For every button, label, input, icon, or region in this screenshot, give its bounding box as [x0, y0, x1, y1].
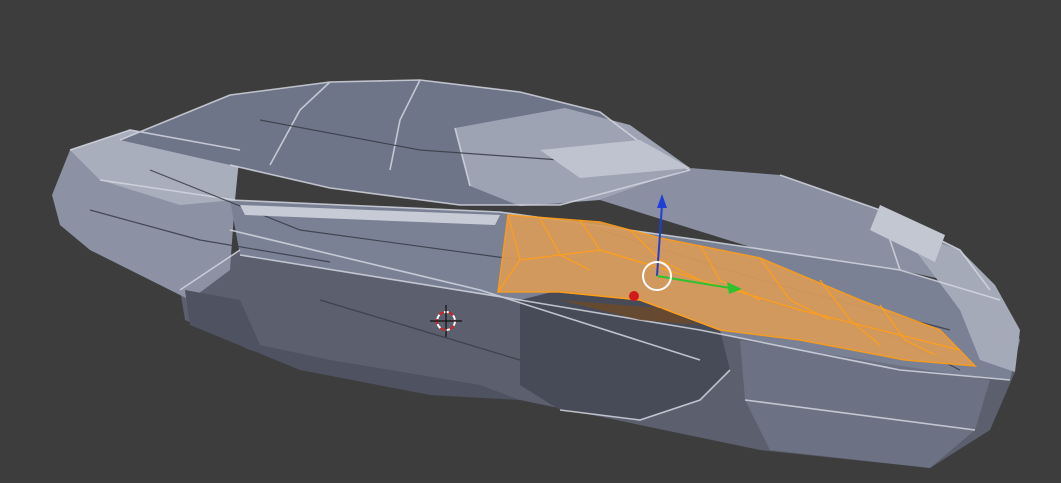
3d-viewport[interactable] — [0, 0, 1061, 483]
gizmo-x-handle-icon[interactable] — [629, 291, 639, 301]
